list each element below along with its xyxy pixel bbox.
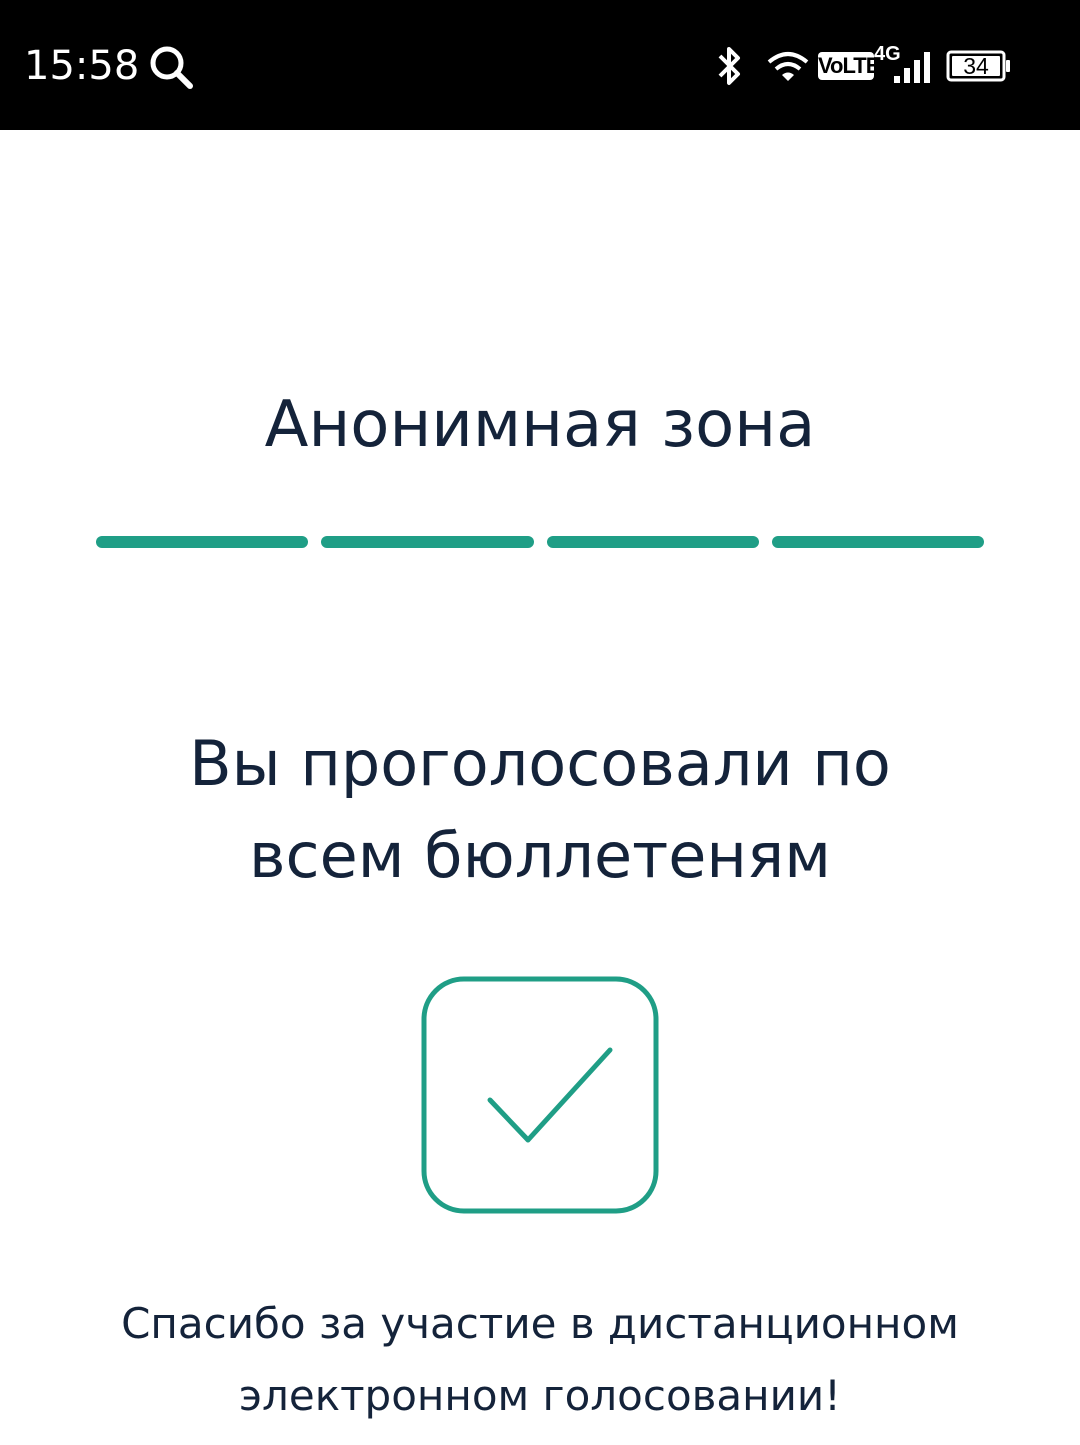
- status-bar: 15:58 VoLTE 4G 34: [0, 0, 1080, 130]
- search-icon: [150, 46, 193, 89]
- signal-icon: [894, 52, 930, 83]
- thanks-line-1: Спасибо за участие в дистанционном: [121, 1299, 959, 1348]
- thanks-message: Спасибо за участие в дистанционном элект…: [40, 1288, 1040, 1432]
- volte-badge: VoLTE: [818, 52, 880, 80]
- progress-step-2: [321, 536, 534, 548]
- result-line-2: всем бюллетеням: [249, 819, 831, 892]
- battery-level: 34: [963, 53, 989, 79]
- progress-step-4: [771, 536, 984, 548]
- progress-indicator: [96, 536, 984, 548]
- zone-title: Анонимная зона: [264, 388, 816, 462]
- status-time: 15:58: [24, 43, 140, 89]
- progress-step-3: [546, 536, 759, 548]
- thanks-line-2: электронном голосовании!: [238, 1371, 842, 1420]
- result-line-1: Вы проголосовали по: [189, 727, 891, 800]
- wifi-icon: [767, 52, 809, 81]
- progress-step-1: [96, 536, 309, 548]
- bluetooth-icon: [718, 47, 740, 85]
- result-title: Вы проголосовали по всем бюллетеням: [60, 718, 1020, 902]
- checkbox-checked-icon: [421, 976, 659, 1214]
